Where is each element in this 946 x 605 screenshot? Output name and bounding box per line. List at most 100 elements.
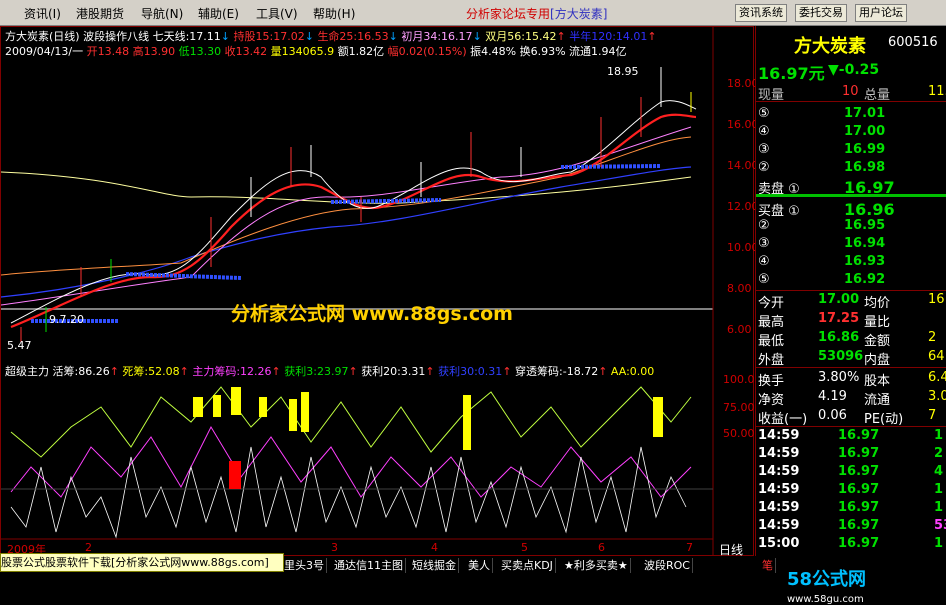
tick-price: 16.97: [838, 482, 880, 497]
stat-label: 内盘: [864, 353, 891, 368]
stat-label: 今开: [758, 296, 785, 311]
signal-band-4: [560, 164, 662, 169]
menu-item-hk-futures[interactable]: 港股期货: [76, 5, 124, 22]
tick-time: 14:59: [758, 518, 800, 533]
tick-vol: 1: [934, 482, 944, 497]
x-tick: 6: [598, 541, 605, 554]
sell-level-price[interactable]: 16.98: [844, 160, 885, 175]
tick-vol: 1: [934, 536, 944, 551]
stat-label: 最低: [758, 334, 785, 349]
trade-button[interactable]: 委托交易: [795, 4, 847, 22]
sell-level-label: ⑤: [758, 106, 770, 121]
buy-level-price[interactable]: 16.94: [844, 236, 885, 251]
stat2-value: 3.80%: [818, 370, 860, 385]
buy-level-label: 买盘 ①: [758, 204, 800, 219]
sell-level-price[interactable]: 16.99: [844, 142, 885, 157]
buy-level-price[interactable]: 16.96: [844, 200, 895, 219]
buy-level-label: ③: [758, 236, 770, 251]
app-title: 分析家论坛专用[方大炭素]: [466, 7, 608, 21]
tab-formula-2[interactable]: 通达信11主图: [332, 558, 406, 573]
now-vol: 10: [842, 84, 859, 99]
tab-formula-6[interactable]: ★利多买卖★: [562, 558, 631, 573]
tick-vol: 1: [934, 500, 944, 515]
quote-panel: 方大炭素 600516 16.97元 ▼-0.25 现量 10 总量 11. ⑤…: [755, 26, 946, 556]
tick-vol: 2: [934, 446, 944, 461]
status-text[interactable]: 股票公式股票软件下载[分析家公式网www.88gs.com]: [0, 553, 284, 572]
ma-blue-line: [1, 166, 692, 298]
stat-value: 16.86: [818, 330, 860, 345]
tick-time: 14:59: [758, 428, 800, 443]
high-mark-label: 18.95: [607, 65, 639, 78]
stat-value: 17.00: [818, 292, 860, 307]
tick-time: 14:59: [758, 500, 800, 515]
stat-label: 外盘: [758, 353, 785, 368]
last-price: 16.97元: [758, 64, 825, 83]
forum-button[interactable]: 用户论坛: [855, 4, 907, 22]
stat-value: 16: [928, 292, 945, 307]
stat2-label: 净资: [758, 393, 785, 408]
stat2-value: 3.0: [928, 389, 946, 404]
stat-label: 量比: [864, 315, 891, 330]
sell-level-label: ④: [758, 124, 770, 139]
stat-label: 均价: [864, 296, 891, 311]
stat2-value: 0.06: [818, 408, 847, 423]
tick-vol: 53: [934, 518, 946, 533]
tick-time: 15:00: [758, 536, 800, 551]
tab-formula-1[interactable]: 里头3号: [282, 558, 327, 573]
price-change: ▼-0.25: [828, 62, 880, 78]
kline-svg: [1, 27, 714, 557]
menu-bar: 资讯(I) 港股期货 导航(N) 辅助(E) 工具(V) 帮助(H) 分析家论坛…: [0, 0, 946, 26]
ma-long-line: [1, 171, 692, 204]
tab-formula-7[interactable]: 波段ROC: [642, 558, 693, 573]
stat2-label: 流通: [864, 393, 891, 408]
sub-bar-yellow: [193, 397, 203, 417]
stat2-label: 换手: [758, 374, 785, 389]
tab-formula-4[interactable]: 美人: [466, 558, 493, 573]
tab-formula-3[interactable]: 短线掘金: [410, 558, 459, 573]
tick-vol: 4: [934, 464, 944, 479]
buy-level-price[interactable]: 16.93: [844, 254, 885, 269]
stat2-value: 4.19: [818, 389, 847, 404]
menu-item-info[interactable]: 资讯(I): [24, 5, 61, 22]
tick-price: 16.97: [838, 446, 880, 461]
menu-item-tools[interactable]: 工具(V): [256, 5, 298, 22]
site-logo: 58公式网 www.58gu.com: [787, 569, 867, 605]
tick-price: 16.97: [838, 536, 880, 551]
stat-value: 17.25: [818, 311, 860, 326]
sub-line-white: [10, 446, 687, 539]
tab-right-label[interactable]: 笔: [760, 558, 776, 573]
sell-level-label: ③: [758, 142, 770, 157]
sell-level-price[interactable]: 17.00: [844, 124, 885, 139]
buy-level-price[interactable]: 16.92: [844, 272, 885, 287]
menu-item-nav[interactable]: 导航(N): [141, 5, 183, 22]
kline-chart-panel[interactable]: 方大炭素(日线) 波段操作八线 七天线:17.11↓ 持股15:17.02↓ 生…: [0, 26, 759, 557]
stat2-value: 7: [928, 408, 937, 423]
tick-vol: 1: [934, 428, 944, 443]
menu-item-help[interactable]: 帮助(H): [313, 5, 355, 22]
stat-value: 64: [928, 349, 945, 364]
tick-price: 16.97: [838, 464, 880, 479]
stat2-label: 收益(一): [758, 412, 808, 427]
stat2-label: 股本: [864, 374, 891, 389]
sub-bar-red: [229, 461, 241, 489]
ma-pink-line: [1, 126, 692, 306]
tick-price: 16.97: [838, 518, 880, 533]
tab-formula-5[interactable]: 买卖点KDJ: [499, 558, 556, 573]
sub-line-green: [10, 386, 692, 458]
date-mark-label: 9.7.20: [49, 313, 84, 326]
sub-y-tick: 75.00: [723, 401, 755, 414]
tick-price: 16.97: [838, 428, 880, 443]
tick-time: 14:59: [758, 446, 800, 461]
menu-item-aux[interactable]: 辅助(E): [198, 5, 239, 22]
tick-time: 14:59: [758, 482, 800, 497]
info-system-button[interactable]: 资讯系统: [735, 4, 787, 22]
total-vol: 11.: [928, 84, 946, 99]
x-tick: 3: [331, 541, 338, 554]
x-tick: 4: [431, 541, 438, 554]
sell-level-price[interactable]: 17.01: [844, 106, 885, 121]
x-tick: 5: [521, 541, 528, 554]
buy-level-price[interactable]: 16.95: [844, 218, 885, 233]
stat2-value: 6.4: [928, 370, 946, 385]
stat-label: 金额: [864, 334, 891, 349]
stock-name: 方大炭素: [794, 36, 866, 57]
